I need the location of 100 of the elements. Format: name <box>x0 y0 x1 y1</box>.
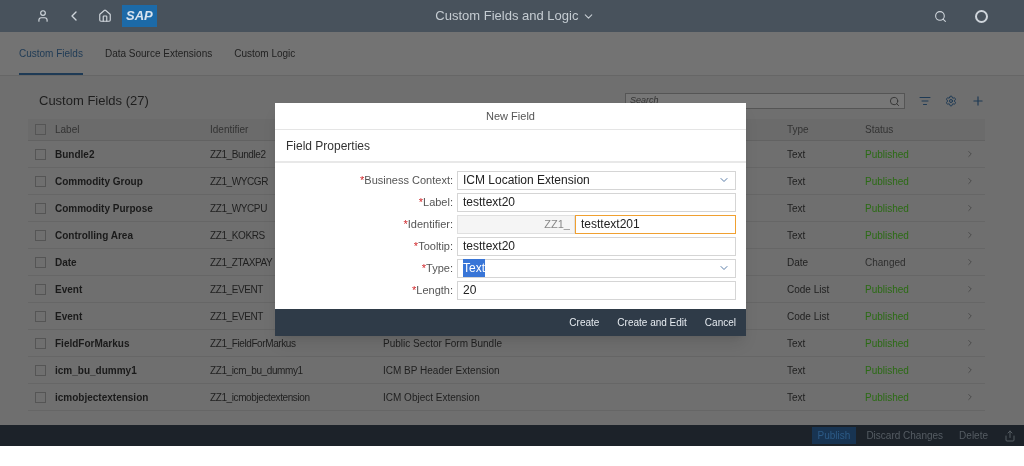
table-cell-text: ZZ1_icm_bu_dummy1 <box>210 363 303 378</box>
table-cell-text: Text <box>787 336 806 351</box>
chevron-icon[interactable] <box>965 176 975 186</box>
identifier-prefix: ZZ1_ <box>457 214 575 234</box>
chevron-icon[interactable] <box>965 149 975 159</box>
required-marker: * <box>403 216 408 232</box>
field-value: testtext20 <box>463 194 516 211</box>
table-cell-text: ICM BP Header Extension <box>383 363 500 378</box>
table-cell-text: Public Sector Form Bundle <box>383 336 502 351</box>
user-icon[interactable] <box>36 9 50 23</box>
tab[interactable]: Data Source Extensions <box>104 46 213 75</box>
field-label: Business Context: <box>364 172 453 188</box>
chevron-icon[interactable] <box>965 203 975 213</box>
input-field[interactable]: testtext20 <box>457 236 736 256</box>
table-cell-text: ZZ1_EVENT <box>210 309 264 324</box>
status-text: Changed <box>865 255 906 270</box>
table-cell-text: Text <box>787 174 806 189</box>
table-cell-text: Date <box>55 255 77 270</box>
dialog-button[interactable]: Create and Edit <box>611 312 693 333</box>
dialog-button[interactable]: Create <box>563 312 606 333</box>
chevron-icon[interactable] <box>965 338 975 348</box>
dialog-button[interactable]: Cancel <box>698 312 742 333</box>
table-cell-text: Event <box>55 282 83 297</box>
table-cell-text: Commodity Group <box>55 174 143 189</box>
field-value: testtext201 <box>581 216 640 233</box>
filter-icon[interactable] <box>919 95 931 107</box>
checkbox[interactable] <box>35 283 46 295</box>
input-field[interactable]: 20 <box>457 280 736 300</box>
tab[interactable]: Custom Logic <box>234 46 296 75</box>
search-icon <box>889 95 900 107</box>
required-marker: * <box>418 194 423 210</box>
table-title: Custom Fields (27) <box>38 92 150 111</box>
status-text: Published <box>865 336 909 351</box>
checkbox[interactable] <box>35 175 46 187</box>
table-cell-text: ZZ1_FieldForMarkus <box>210 336 296 351</box>
status-text: Published <box>865 363 909 378</box>
section-title: Field Properties <box>286 137 371 155</box>
table-cell-text: ZZ1_WYCGR <box>210 174 269 189</box>
table-cell-text: Date <box>787 255 809 270</box>
input-field[interactable]: testtext20 <box>457 192 736 212</box>
dialog-title: New Field <box>486 108 535 124</box>
logo[interactable]: SAP <box>122 5 157 27</box>
required-marker: * <box>360 172 365 188</box>
status-text: Published <box>865 201 909 216</box>
status-text: Published <box>865 282 909 297</box>
table-cell-text: ZZ1_EVENT <box>210 282 264 297</box>
chevron-icon[interactable] <box>965 284 975 294</box>
app-title[interactable]: Custom Fields and Logic <box>435 6 579 26</box>
status-text: Published <box>865 309 909 324</box>
chevron-icon[interactable] <box>965 230 975 240</box>
field-label: Length: <box>416 282 453 298</box>
table-cell-text: Code List <box>787 282 830 297</box>
table-cell-text: Text <box>787 147 806 162</box>
status-text: Published <box>865 147 909 162</box>
table-cell-text: Text <box>787 363 806 378</box>
checkbox[interactable] <box>35 310 46 322</box>
required-marker: * <box>421 260 427 276</box>
field-value: 20 <box>463 282 477 299</box>
table-cell-text: Code List <box>787 309 830 324</box>
table-cell-text: ZZ1_icmobjectextension <box>210 390 310 405</box>
avatar-icon[interactable] <box>975 9 988 23</box>
share-icon[interactable] <box>1004 429 1016 442</box>
search-icon[interactable] <box>934 9 947 23</box>
chevron-icon[interactable] <box>965 257 975 267</box>
table-cell-text: FieldForMarkus <box>55 336 130 351</box>
field-label: Label: <box>423 194 453 210</box>
table-cell-text: Bundle2 <box>55 147 95 162</box>
table-cell-text: Text <box>787 201 806 216</box>
table-cell-text: Commodity Purpose <box>55 201 153 216</box>
required-marker: * <box>412 282 417 298</box>
table-cell-text: Text <box>787 390 806 405</box>
checkbox[interactable] <box>35 337 46 349</box>
dropdown-field[interactable]: ICM Location Extension <box>457 170 736 190</box>
field-value: ICM Location Extension <box>463 172 590 189</box>
chevron-icon[interactable] <box>965 365 975 375</box>
checkbox[interactable] <box>35 148 46 160</box>
field-value: testtext20 <box>463 238 516 255</box>
field-label: Tooltip: <box>418 238 453 254</box>
field-label: Type: <box>426 260 453 276</box>
checkbox[interactable] <box>35 364 46 376</box>
dropdown-field[interactable]: Text <box>457 258 736 278</box>
home-icon[interactable] <box>98 9 112 23</box>
checkbox[interactable] <box>35 256 46 268</box>
add-icon[interactable] <box>971 94 985 108</box>
required-marker: * <box>413 238 419 254</box>
table-cell-text: ICM Object Extension <box>383 390 480 405</box>
table-cell-text: ZZ1_ZTAXPAY <box>210 255 273 270</box>
table-cell-text: ZZ1_Bundle2 <box>210 147 266 162</box>
field-value: Text <box>463 259 485 277</box>
table-cell-text: icm_bu_dummy1 <box>55 363 137 378</box>
checkbox[interactable] <box>35 202 46 214</box>
status-text: Published <box>865 228 909 243</box>
settings-icon[interactable] <box>945 95 957 107</box>
chevron-icon[interactable] <box>965 392 975 402</box>
chevron-icon[interactable] <box>965 311 975 321</box>
checkbox[interactable] <box>35 229 46 241</box>
checkbox[interactable] <box>35 391 46 403</box>
input-field[interactable]: testtext201 <box>575 214 736 234</box>
table-cell-text: icmobjectextension <box>55 390 149 405</box>
table-cell-text: Controlling Area <box>55 228 133 243</box>
